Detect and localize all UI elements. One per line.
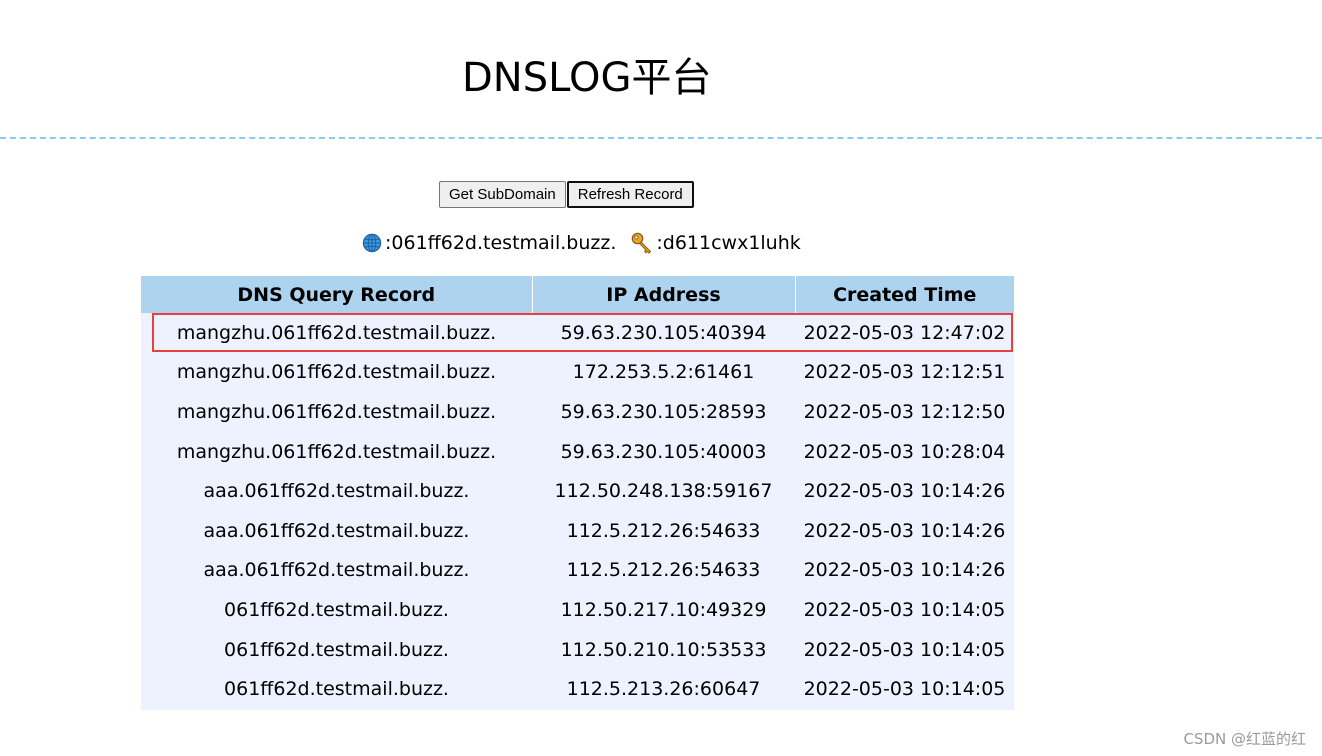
table-row: mangzhu.061ff62d.testmail.buzz. 172.253.… xyxy=(141,353,1014,393)
button-row: Get SubDomain Refresh Record xyxy=(439,181,694,208)
table-row: 061ff62d.testmail.buzz. 112.5.213.26:606… xyxy=(141,669,1014,709)
header-created-time: Created Time xyxy=(794,276,1014,313)
csdn-watermark: CSDN @红蓝的红 xyxy=(1183,730,1306,748)
record-table: DNS Query Record IP Address Created Time… xyxy=(141,276,1014,709)
cell-created-time: 2022-05-03 12:12:51 xyxy=(803,361,1006,384)
table-row: 061ff62d.testmail.buzz. 112.50.210.10:53… xyxy=(141,630,1014,670)
cell-ip-address: 112.5.212.26:54633 xyxy=(566,559,761,582)
cell-created-time: 2022-05-03 10:14:05 xyxy=(803,638,1006,661)
cell-dns-record: aaa.061ff62d.testmail.buzz. xyxy=(203,519,470,542)
cell-dns-record: mangzhu.061ff62d.testmail.buzz. xyxy=(176,321,497,344)
refresh-record-button[interactable]: Refresh Record xyxy=(566,181,694,208)
cell-created-time: 2022-05-03 12:47:02 xyxy=(803,321,1006,344)
subdomain-value: :061ff62d.testmail.buzz. xyxy=(385,232,617,254)
page: DNSLOG平台 Get SubDomain Refresh Record :0… xyxy=(0,0,1322,756)
table-row: mangzhu.061ff62d.testmail.buzz. 59.63.23… xyxy=(141,432,1014,472)
cell-dns-record: 061ff62d.testmail.buzz. xyxy=(224,678,449,701)
cell-ip-address: 59.63.230.105:40003 xyxy=(560,440,767,463)
header-dns-query-record: DNS Query Record xyxy=(141,276,532,313)
cell-created-time: 2022-05-03 10:14:26 xyxy=(803,519,1006,542)
cell-ip-address: 112.50.210.10:53533 xyxy=(560,638,767,661)
key-icon xyxy=(632,232,652,254)
cell-created-time: 2022-05-03 10:14:05 xyxy=(803,598,1006,621)
globe-icon xyxy=(362,233,382,253)
cell-dns-record: mangzhu.061ff62d.testmail.buzz. xyxy=(176,400,497,423)
cell-dns-record: aaa.061ff62d.testmail.buzz. xyxy=(203,480,470,503)
page-title: DNSLOG平台 xyxy=(462,55,712,101)
cell-created-time: 2022-05-03 12:12:50 xyxy=(803,400,1006,423)
cell-dns-record: aaa.061ff62d.testmail.buzz. xyxy=(203,559,470,582)
cell-ip-address: 59.63.230.105:40394 xyxy=(560,321,767,344)
cell-created-time: 2022-05-03 10:14:26 xyxy=(803,480,1006,503)
dns-record-table: DNS Query Record IP Address Created Time… xyxy=(141,276,1014,710)
table-row: mangzhu.061ff62d.testmail.buzz. 59.63.23… xyxy=(141,392,1014,432)
cell-created-time: 2022-05-03 10:14:26 xyxy=(803,559,1006,582)
cell-ip-address: 112.5.212.26:54633 xyxy=(566,519,761,542)
cell-dns-record: 061ff62d.testmail.buzz. xyxy=(224,598,449,621)
header-ip-address: IP Address xyxy=(531,276,795,313)
cell-created-time: 2022-05-03 10:28:04 xyxy=(803,440,1006,463)
get-subdomain-button[interactable]: Get SubDomain xyxy=(439,181,566,208)
cell-dns-record: mangzhu.061ff62d.testmail.buzz. xyxy=(176,440,497,463)
table-row: 061ff62d.testmail.buzz. 112.50.217.10:49… xyxy=(141,590,1014,630)
cell-ip-address: 112.50.217.10:49329 xyxy=(560,598,767,621)
table-row: mangzhu.061ff62d.testmail.buzz. 59.63.23… xyxy=(141,313,1014,353)
cell-ip-address: 112.5.213.26:60647 xyxy=(566,678,761,701)
subdomain-info: :061ff62d.testmail.buzz. :d611cwx1luhk xyxy=(362,229,801,257)
table-header-row: DNS Query Record IP Address Created Time xyxy=(141,276,1014,313)
cell-created-time: 2022-05-03 10:14:05 xyxy=(803,678,1006,701)
table-row: aaa.061ff62d.testmail.buzz. 112.50.248.1… xyxy=(141,471,1014,511)
cell-dns-record: mangzhu.061ff62d.testmail.buzz. xyxy=(176,361,497,384)
cell-dns-record: 061ff62d.testmail.buzz. xyxy=(224,638,449,661)
table-row: aaa.061ff62d.testmail.buzz. 112.5.212.26… xyxy=(141,551,1014,591)
cell-ip-address: 112.50.248.138:59167 xyxy=(554,480,773,503)
cell-ip-address: 59.63.230.105:28593 xyxy=(560,400,767,423)
cell-ip-address: 172.253.5.2:61461 xyxy=(572,361,755,384)
dashed-divider xyxy=(0,137,1322,139)
table-row: aaa.061ff62d.testmail.buzz. 112.5.212.26… xyxy=(141,511,1014,551)
token-value: :d611cwx1luhk xyxy=(656,232,801,254)
